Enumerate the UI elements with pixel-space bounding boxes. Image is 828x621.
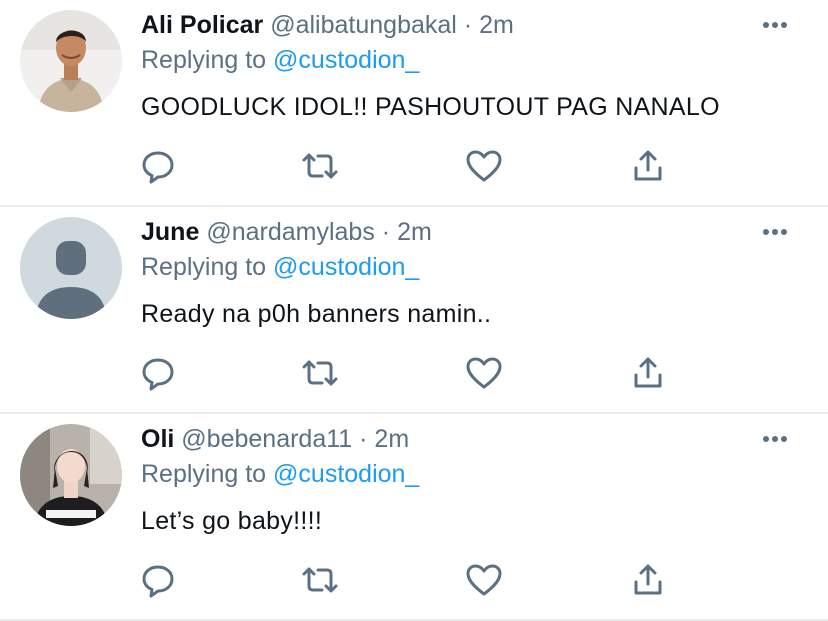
tweet-reply[interactable]: Ali Policar @alibatungbakal · 2m Replyin…: [0, 0, 828, 207]
avatar[interactable]: [20, 217, 122, 319]
like-button[interactable]: [464, 560, 504, 600]
default-avatar-icon: [20, 217, 122, 319]
mention-link[interactable]: @custodion_: [273, 46, 419, 74]
share-button[interactable]: [628, 146, 668, 186]
replying-prefix: Replying to: [141, 460, 267, 488]
replying-prefix: Replying to: [141, 46, 267, 74]
timestamp[interactable]: 2m: [374, 425, 409, 453]
timestamp[interactable]: 2m: [397, 218, 432, 246]
retweet-icon: [302, 153, 338, 179]
retweet-button[interactable]: [300, 146, 340, 186]
replying-to: Replying to @custodion_: [141, 457, 419, 491]
share-icon: [634, 150, 662, 181]
mention-link[interactable]: @custodion_: [273, 253, 419, 281]
replying-prefix: Replying to: [141, 253, 267, 281]
tweet-text: Let’s go baby!!!!: [141, 507, 323, 535]
user-handle[interactable]: @nardamylabs: [206, 218, 375, 246]
share-button[interactable]: [628, 560, 668, 600]
separator-dot: ·: [463, 11, 473, 39]
timestamp[interactable]: 2m: [479, 11, 514, 39]
tweet-text: GOODLUCK IDOL!! PASHOUTOUT PAG NANALO: [141, 93, 720, 121]
display-name[interactable]: Oli: [141, 425, 174, 453]
more-options-button[interactable]: [760, 221, 790, 243]
more-options-icon: [763, 229, 787, 235]
reply-button[interactable]: [138, 353, 178, 393]
more-options-button[interactable]: [760, 14, 790, 36]
replying-to: Replying to @custodion_: [141, 43, 419, 77]
comment-icon: [142, 151, 174, 184]
separator-dot: ·: [381, 218, 391, 246]
retweet-icon: [302, 360, 338, 386]
avatar[interactable]: [20, 424, 122, 526]
more-options-icon: [763, 22, 787, 28]
display-name[interactable]: June: [141, 218, 199, 246]
more-options-icon: [763, 436, 787, 442]
tweet-header: Oli @bebenarda11 · 2m: [141, 422, 409, 456]
retweet-button[interactable]: [300, 560, 340, 600]
heart-icon: [466, 357, 502, 389]
retweet-icon: [302, 567, 338, 593]
share-icon: [634, 357, 662, 388]
reply-button[interactable]: [138, 146, 178, 186]
mention-link[interactable]: @custodion_: [273, 460, 419, 488]
like-button[interactable]: [464, 146, 504, 186]
profile-photo-man: [20, 10, 122, 112]
retweet-button[interactable]: [300, 353, 340, 393]
comment-icon: [142, 358, 174, 391]
tweet-reply[interactable]: Oli @bebenarda11 · 2m Replying to @custo…: [0, 414, 828, 621]
tweet-text: Ready na p0h banners namin..: [141, 300, 492, 328]
profile-photo-woman: [20, 424, 122, 526]
user-handle[interactable]: @alibatungbakal: [270, 11, 457, 39]
tweet-header: Ali Policar @alibatungbakal · 2m: [141, 8, 514, 42]
user-handle[interactable]: @bebenarda11: [181, 425, 352, 453]
tweet-actions: [0, 146, 828, 186]
heart-icon: [466, 564, 502, 596]
tweet-header: June @nardamylabs · 2m: [141, 215, 432, 249]
tweet-actions: [0, 353, 828, 393]
share-button[interactable]: [628, 353, 668, 393]
tweet-reply[interactable]: June @nardamylabs · 2m Replying to @cust…: [0, 207, 828, 414]
comment-icon: [142, 565, 174, 598]
more-options-button[interactable]: [760, 428, 790, 450]
like-button[interactable]: [464, 353, 504, 393]
tweet-actions: [0, 560, 828, 600]
avatar[interactable]: [20, 10, 122, 112]
display-name[interactable]: Ali Policar: [141, 11, 263, 39]
share-icon: [634, 564, 662, 595]
heart-icon: [466, 150, 502, 182]
replying-to: Replying to @custodion_: [141, 250, 419, 284]
reply-button[interactable]: [138, 560, 178, 600]
separator-dot: ·: [359, 425, 368, 453]
